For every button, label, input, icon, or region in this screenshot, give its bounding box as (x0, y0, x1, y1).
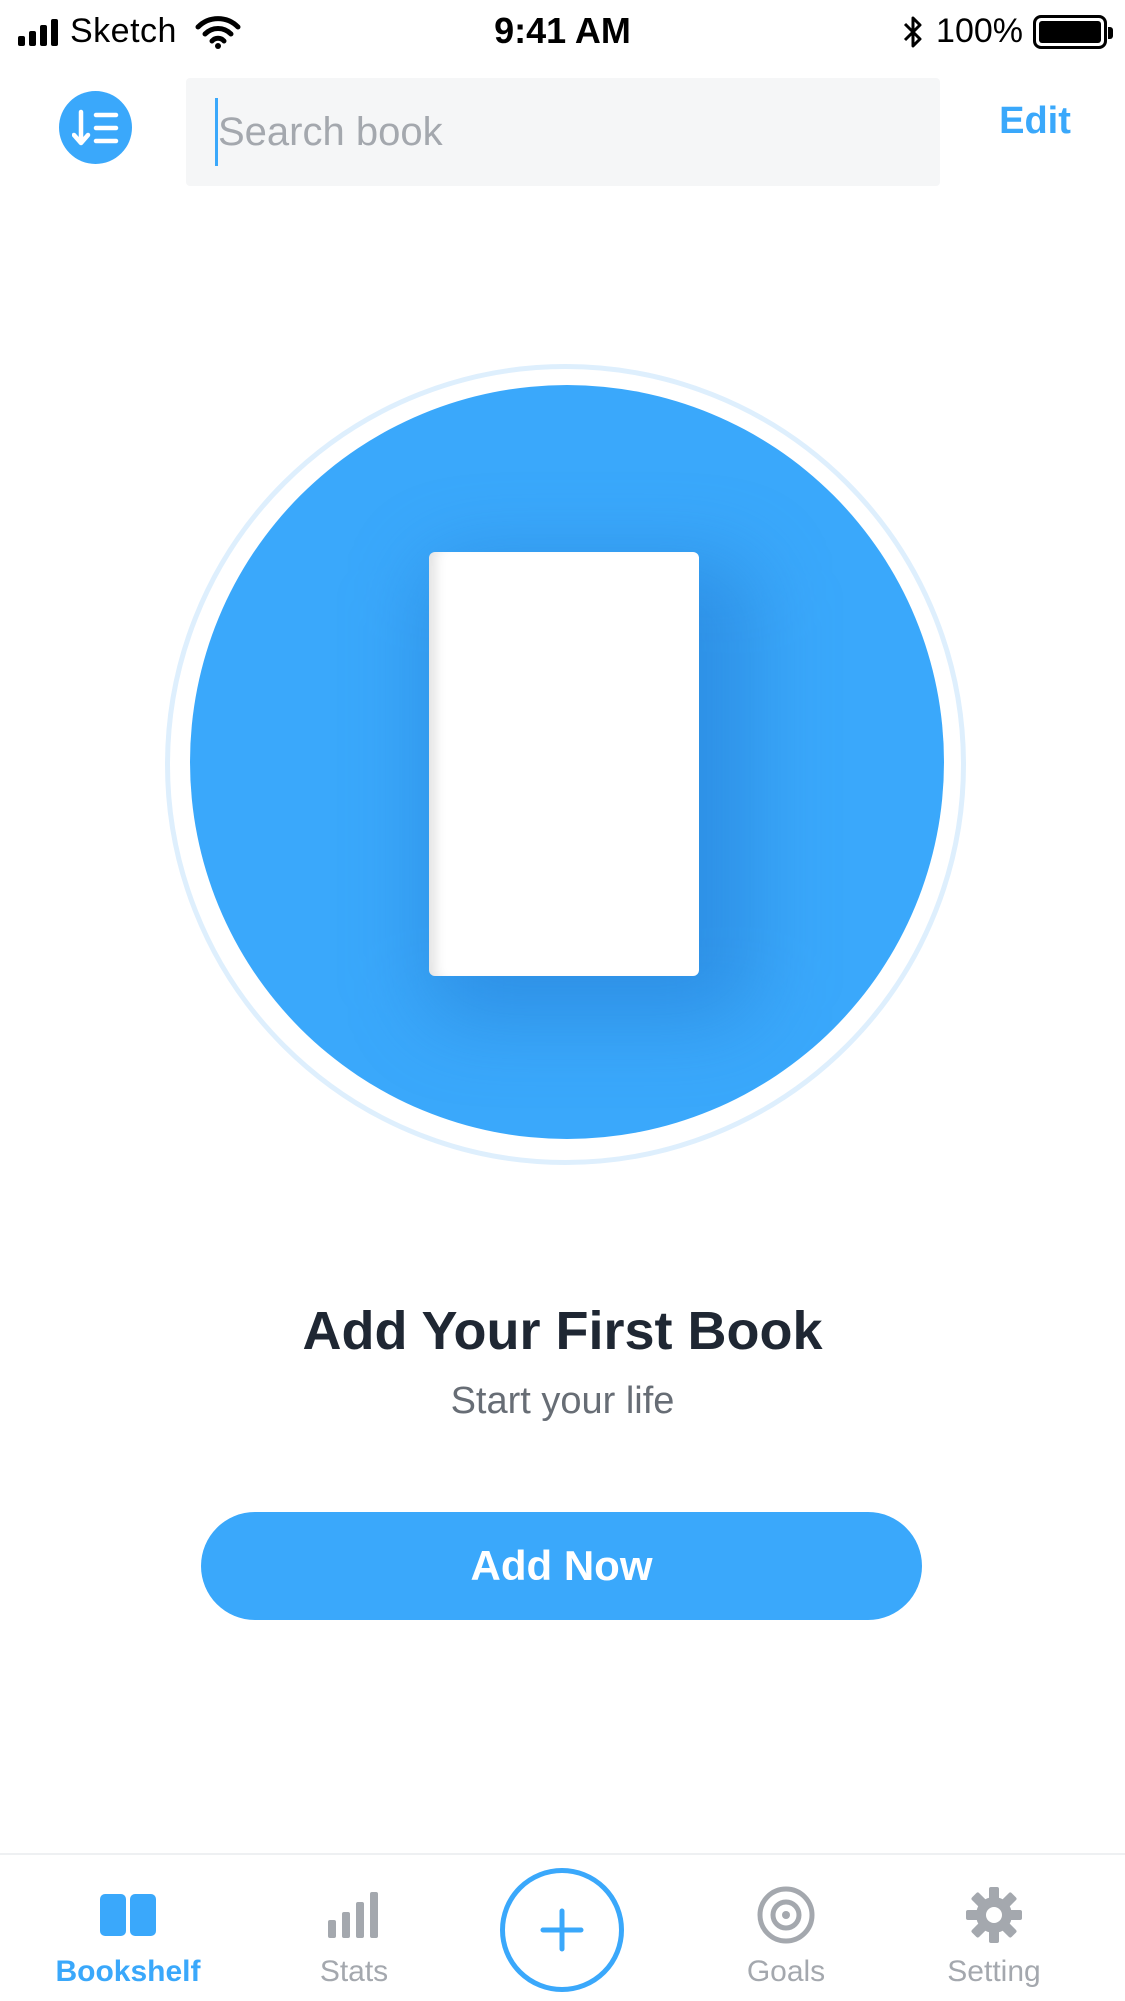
search-box[interactable] (186, 78, 940, 186)
target-icon (757, 1886, 815, 1944)
tab-label: Stats (319, 1955, 389, 1988)
book-illustration (190, 385, 944, 1139)
sort-descending-list-icon (71, 109, 118, 145)
tab-goals[interactable]: Goals (696, 1855, 876, 2001)
tab-label: Bookshelf (55, 1955, 201, 1988)
book-icon (429, 552, 699, 976)
battery-percentage: 100% (936, 12, 1023, 50)
status-bar-right: 100% (900, 12, 1113, 51)
tab-stats[interactable]: Stats (264, 1855, 444, 2001)
status-bar: Sketch 9:41 AM 100% (0, 0, 1125, 62)
battery-icon (1033, 14, 1113, 49)
tab-label: Goals (746, 1955, 826, 1988)
bluetooth-icon (903, 16, 922, 47)
tab-bar: Bookshelf Stats Goals Setting (0, 1853, 1125, 2001)
tab-label: Setting (947, 1955, 1041, 1988)
edit-button[interactable]: Edit (980, 100, 1090, 143)
tab-setting[interactable]: Setting (904, 1855, 1084, 2001)
text-cursor (215, 98, 218, 166)
empty-state-title: Add Your First Book (302, 1301, 823, 1361)
search-input[interactable] (186, 78, 940, 186)
add-now-button[interactable]: Add Now (201, 1512, 922, 1620)
empty-state-subtitle: Start your life (450, 1380, 675, 1422)
sort-button[interactable] (59, 91, 132, 164)
bookshelf-icon (100, 1894, 156, 1936)
bar-chart-icon (328, 1892, 378, 1938)
plus-icon (540, 1908, 584, 1952)
gear-icon (966, 1887, 1022, 1943)
add-book-tab-button[interactable] (500, 1868, 624, 1992)
tab-bookshelf[interactable]: Bookshelf (38, 1855, 218, 2001)
